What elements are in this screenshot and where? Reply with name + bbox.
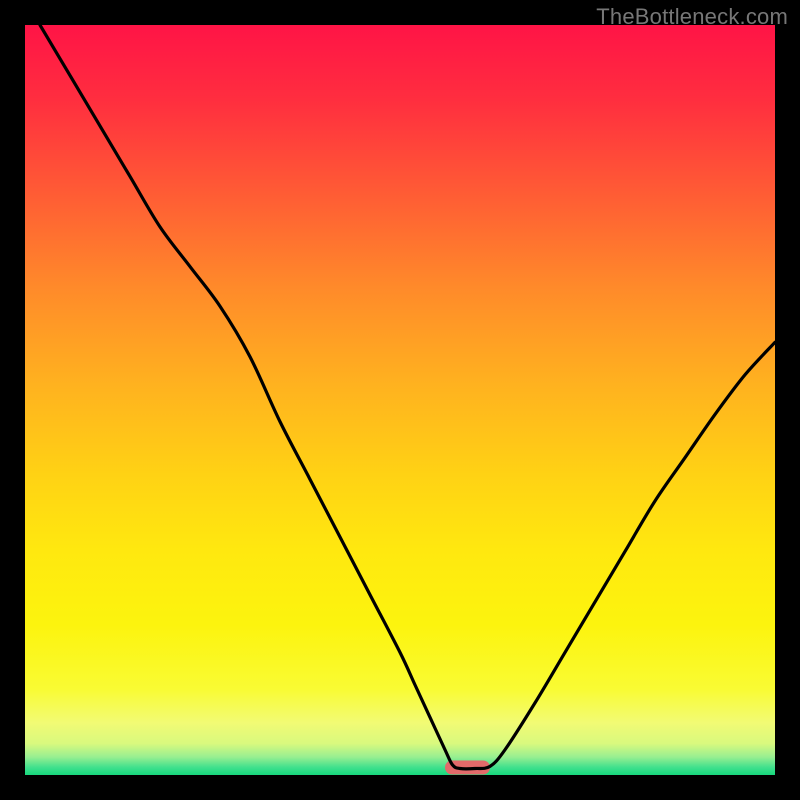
watermark-text: TheBottleneck.com xyxy=(596,4,788,30)
plot-area xyxy=(25,25,775,775)
gradient-background xyxy=(25,25,775,775)
chart-svg xyxy=(25,25,775,775)
chart-frame: TheBottleneck.com xyxy=(0,0,800,800)
